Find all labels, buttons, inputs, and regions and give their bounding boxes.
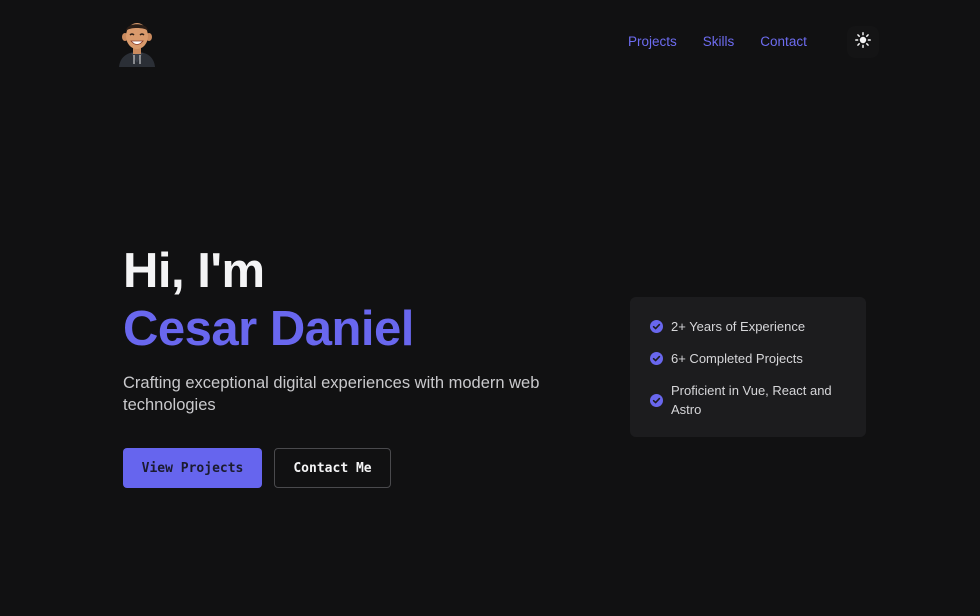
main-nav: Projects Skills Contact	[628, 33, 807, 50]
contact-me-button[interactable]: Contact Me	[274, 448, 391, 488]
highlights-card: 2+ Years of Experience 6+ Completed Proj…	[630, 297, 866, 437]
check-circle-icon	[650, 320, 663, 333]
memoji-avatar-icon[interactable]	[115, 19, 159, 67]
theme-toggle-button[interactable]	[847, 26, 879, 58]
hero-name: Cesar Daniel	[123, 302, 414, 356]
highlight-item: 2+ Years of Experience	[650, 317, 848, 336]
hero-greeting: Hi, I'm	[123, 244, 265, 298]
page: Projects Skills Contact Hi, I'm Cesar Da…	[0, 0, 980, 616]
nav-link-skills[interactable]: Skills	[703, 33, 735, 50]
highlight-label: 2+ Years of Experience	[671, 319, 806, 334]
highlight-item: 6+ Completed Projects	[650, 349, 848, 368]
nav-link-contact[interactable]: Contact	[760, 33, 807, 50]
highlight-label: Proficient in Vue, React and Astro	[671, 383, 832, 417]
nav-link-projects[interactable]: Projects	[628, 33, 677, 50]
sun-icon	[855, 31, 871, 53]
highlight-label: 6+ Completed Projects	[671, 351, 803, 366]
view-projects-button[interactable]: View Projects	[123, 448, 262, 488]
check-circle-icon	[650, 393, 663, 407]
check-circle-icon	[650, 352, 663, 365]
highlight-item: Proficient in Vue, React and Astro	[650, 381, 848, 419]
hero-tagline: Crafting exceptional digital experiences…	[123, 374, 540, 414]
